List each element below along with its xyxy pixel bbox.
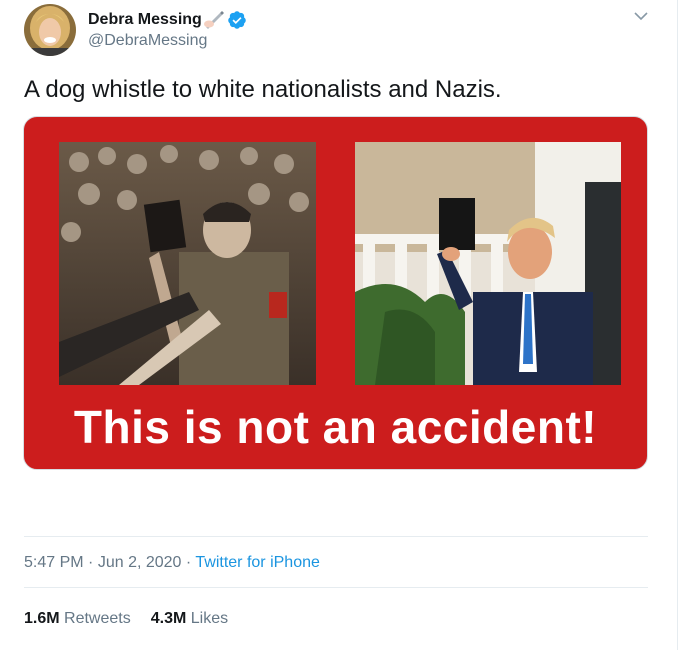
divider [24,536,648,537]
retweets-stat[interactable]: 1.6M Retweets [24,610,131,628]
writing-hand-emoji-icon [203,11,224,29]
photo-left [59,142,316,385]
tweet-stats: 1.6M Retweets 4.3M Likes [24,610,228,628]
tweet-time[interactable]: 5:47 PM [24,554,84,571]
likes-label: Likes [190,610,229,627]
tweet-source-link[interactable]: Twitter for iPhone [195,554,320,571]
verified-badge-icon [227,10,247,30]
display-name[interactable]: Debra Messing [88,11,202,29]
handle[interactable]: @DebraMessing [88,32,247,50]
photo-right [355,142,621,385]
tweet-text: A dog whistle to white nationalists and … [24,76,502,103]
meta-separator: · [185,554,192,571]
meta-separator: · [88,554,94,571]
tweet-date[interactable]: Jun 2, 2020 [98,554,182,571]
likes-stat[interactable]: 4.3M Likes [151,610,228,628]
retweets-count: 1.6M [24,610,60,627]
name-row: Debra Messing [88,10,247,30]
tweet-header: Debra Messing @DebraMessing [24,4,247,56]
tweet-media[interactable]: This is not an accident! [23,116,648,470]
tweet-card: Debra Messing @DebraMessing A dog whistl… [0,0,678,650]
retweets-label: Retweets [64,610,131,627]
author-block: Debra Messing @DebraMessing [88,10,247,50]
divider [24,587,648,588]
media-caption: This is not an accident! [73,401,598,453]
tweet-meta: 5:47 PM · Jun 2, 2020 · Twitter for iPho… [24,554,320,572]
chevron-down-icon[interactable] [631,6,651,26]
likes-count: 4.3M [150,610,187,627]
avatar[interactable] [24,4,76,56]
